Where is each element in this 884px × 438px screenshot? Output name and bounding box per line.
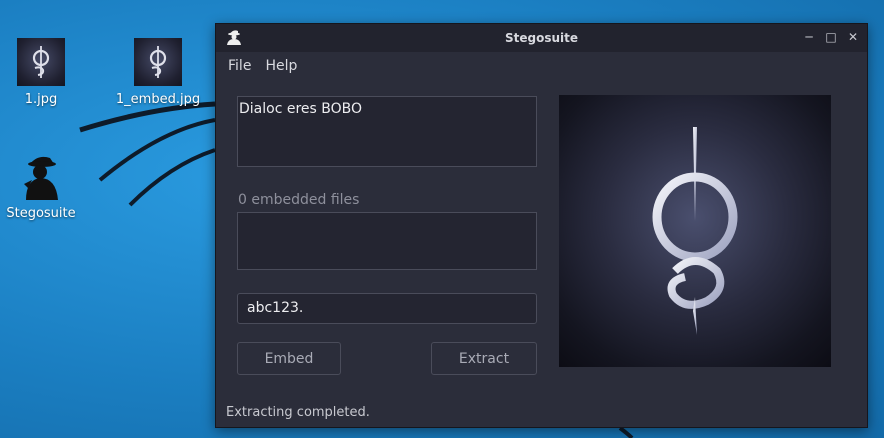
minimize-icon[interactable]: ─ (803, 29, 815, 45)
close-icon[interactable]: ✕ (847, 29, 859, 45)
spy-icon (225, 29, 243, 48)
desktop-icon-label: 1_embed.jpg (115, 92, 201, 107)
desktop-icon-1-embed-jpg[interactable]: 1_embed.jpg (113, 38, 203, 107)
stegosuite-logo-icon (652, 127, 738, 335)
embedded-files-label: 0 embedded files (238, 192, 360, 208)
menu-help[interactable]: Help (265, 58, 297, 74)
embedded-files-list[interactable] (237, 212, 537, 270)
window-title: Stegosuite (504, 31, 579, 45)
spy-icon (16, 150, 66, 200)
title-bar[interactable]: Stegosuite ─ □ ✕ (216, 24, 867, 52)
password-field[interactable]: abc123. (237, 293, 537, 324)
status-bar: Extracting completed. (226, 405, 370, 420)
maximize-icon[interactable]: □ (825, 29, 837, 45)
extract-button[interactable]: Extract (431, 342, 537, 375)
desktop-icon-label: 1.jpg (24, 92, 58, 107)
desktop-icon-1-jpg[interactable]: 1.jpg (0, 38, 86, 107)
desktop-icon-label: Stegosuite (6, 206, 76, 221)
image-thumbnail-icon (17, 38, 65, 86)
embed-button[interactable]: Embed (237, 342, 341, 375)
image-preview (559, 95, 831, 367)
image-thumbnail-icon (134, 38, 182, 86)
menu-bar: File Help (216, 52, 867, 80)
message-textarea[interactable]: Dialoc eres BOBO (237, 96, 537, 167)
stegosuite-window: Stegosuite ─ □ ✕ File Help Dialoc eres B… (215, 23, 868, 428)
menu-file[interactable]: File (228, 58, 251, 74)
desktop-icon-stegosuite[interactable]: Stegosuite (0, 150, 86, 221)
